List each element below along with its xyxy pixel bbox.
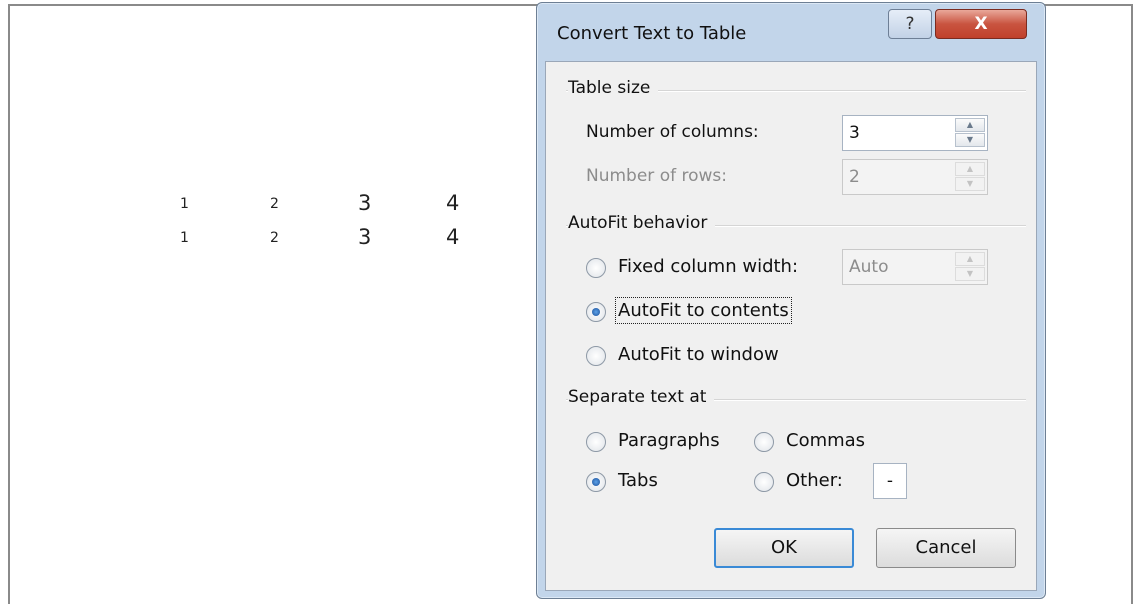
autofit-contents-radio[interactable]: AutoFit to contents bbox=[586, 297, 826, 324]
fixed-column-width-label[interactable]: Fixed column width: bbox=[618, 256, 798, 277]
cell-value: 3 bbox=[358, 191, 372, 215]
commas-label[interactable]: Commas bbox=[786, 430, 865, 451]
fixed-column-width-radio[interactable]: Fixed column width: bbox=[586, 256, 836, 280]
columns-value[interactable]: 3 bbox=[849, 123, 860, 143]
spinner-arrows: ▲ ▼ bbox=[955, 118, 985, 148]
spinner-arrows: ▲ ▼ bbox=[955, 162, 985, 192]
autofit-window-label[interactable]: AutoFit to window bbox=[618, 344, 779, 365]
spin-up-icon[interactable]: ▲ bbox=[955, 118, 985, 132]
paragraphs-label[interactable]: Paragraphs bbox=[618, 430, 720, 451]
other-radio[interactable]: Other: bbox=[754, 470, 864, 494]
rows-value: 2 bbox=[849, 167, 860, 187]
cell-value: 2 bbox=[270, 196, 279, 212]
spin-down-icon[interactable]: ▼ bbox=[955, 133, 985, 147]
dialog-body: Table size Number of columns: 3 ▲ ▼ Numb… bbox=[545, 61, 1037, 591]
fixed-width-value: Auto bbox=[849, 257, 889, 277]
separate-group-label: Separate text at bbox=[568, 387, 715, 407]
radio-button-icon[interactable] bbox=[586, 432, 606, 452]
autofit-group-label: AutoFit behavior bbox=[568, 213, 716, 233]
title-bar[interactable]: Convert Text to Table ? X bbox=[537, 3, 1045, 59]
paragraphs-radio[interactable]: Paragraphs bbox=[586, 430, 746, 454]
fixed-width-spinner: Auto ▲ ▼ bbox=[842, 249, 988, 285]
ok-button[interactable]: OK bbox=[714, 528, 854, 568]
convert-text-to-table-dialog: Convert Text to Table ? X Table size Num… bbox=[536, 2, 1046, 599]
autofit-window-radio[interactable]: AutoFit to window bbox=[586, 344, 826, 368]
spinner-arrows: ▲ ▼ bbox=[955, 252, 985, 282]
close-button[interactable]: X bbox=[935, 9, 1027, 39]
rows-spinner: 2 ▲ ▼ bbox=[842, 159, 988, 195]
columns-label: Number of columns: bbox=[586, 122, 759, 142]
cell-value: 4 bbox=[446, 191, 460, 215]
cancel-button[interactable]: Cancel bbox=[876, 528, 1016, 568]
spin-down-icon: ▼ bbox=[955, 177, 985, 191]
spin-down-icon: ▼ bbox=[955, 267, 985, 281]
cell-value: 1 bbox=[180, 196, 189, 212]
cell-value: 3 bbox=[358, 225, 372, 249]
help-button[interactable]: ? bbox=[888, 9, 932, 39]
cell-value: 2 bbox=[270, 230, 279, 246]
spin-up-icon: ▲ bbox=[955, 162, 985, 176]
columns-spinner[interactable]: 3 ▲ ▼ bbox=[842, 115, 988, 151]
cell-value: 4 bbox=[446, 225, 460, 249]
tabs-radio[interactable]: Tabs bbox=[586, 470, 686, 494]
other-label[interactable]: Other: bbox=[786, 470, 843, 491]
cell-value: 1 bbox=[180, 230, 189, 246]
rows-label: Number of rows: bbox=[586, 166, 727, 186]
radio-button-icon[interactable] bbox=[754, 432, 774, 452]
other-separator-input[interactable]: - bbox=[873, 463, 907, 499]
autofit-contents-label[interactable]: AutoFit to contents bbox=[615, 297, 792, 324]
table-size-group-label: Table size bbox=[568, 78, 659, 98]
spin-up-icon: ▲ bbox=[955, 252, 985, 266]
radio-button-icon[interactable] bbox=[586, 258, 606, 278]
radio-button-icon[interactable] bbox=[586, 472, 606, 492]
radio-button-icon[interactable] bbox=[754, 472, 774, 492]
radio-button-icon[interactable] bbox=[586, 302, 606, 322]
commas-radio[interactable]: Commas bbox=[754, 430, 894, 454]
tabs-label[interactable]: Tabs bbox=[618, 470, 658, 491]
radio-button-icon[interactable] bbox=[586, 346, 606, 366]
dialog-title: Convert Text to Table bbox=[557, 23, 747, 44]
